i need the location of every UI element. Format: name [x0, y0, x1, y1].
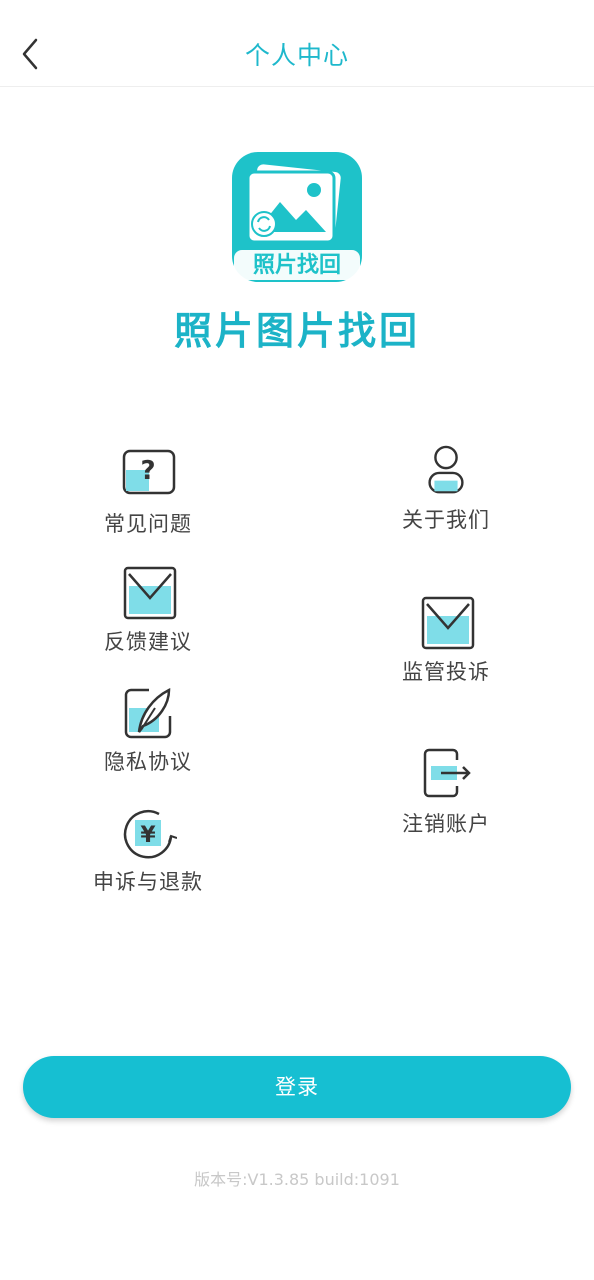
pen-document-icon: [124, 687, 172, 739]
envelope-icon: [123, 566, 177, 620]
login-button[interactable]: 登录: [23, 1056, 571, 1118]
menu-item-supervision[interactable]: 监管投诉: [346, 596, 546, 686]
page-title: 个人中心: [244, 41, 349, 70]
app-logo: 照片找回: [230, 150, 364, 284]
logout-icon: [423, 748, 471, 798]
menu-label: 反馈建议: [104, 630, 192, 654]
logo-text: 照片找回: [253, 253, 341, 278]
refund-yuan-icon: ¥: [123, 809, 177, 859]
menu-item-about[interactable]: 关于我们: [346, 444, 546, 534]
menu-label: 关于我们: [402, 508, 490, 532]
menu-label: 隐私协议: [104, 750, 192, 774]
menu-label: 监管投诉: [402, 660, 490, 684]
menu-item-privacy[interactable]: 隐私协议: [48, 686, 248, 776]
menu-label: 申诉与退款: [93, 870, 203, 894]
user-icon: [428, 445, 464, 494]
top-bar: 个人中心: [0, 0, 594, 87]
svg-text:¥: ¥: [140, 823, 156, 848]
menu-item-refund[interactable]: ¥ 申诉与退款: [48, 806, 248, 896]
menu-item-cancel-account[interactable]: 注销账户: [346, 748, 546, 838]
envelope-icon: [421, 596, 475, 650]
app-name: 照片图片找回: [173, 309, 420, 353]
menu-label: 注销账户: [402, 812, 490, 836]
question-icon: ?: [122, 449, 176, 495]
menu-label: 常见问题: [104, 512, 192, 536]
svg-text:?: ?: [140, 456, 155, 486]
version-text: 版本号:V1.3.85 build:1091: [194, 1170, 400, 1189]
menu-item-feedback[interactable]: 反馈建议: [48, 566, 248, 656]
menu-item-faq[interactable]: ? 常见问题: [48, 448, 248, 538]
